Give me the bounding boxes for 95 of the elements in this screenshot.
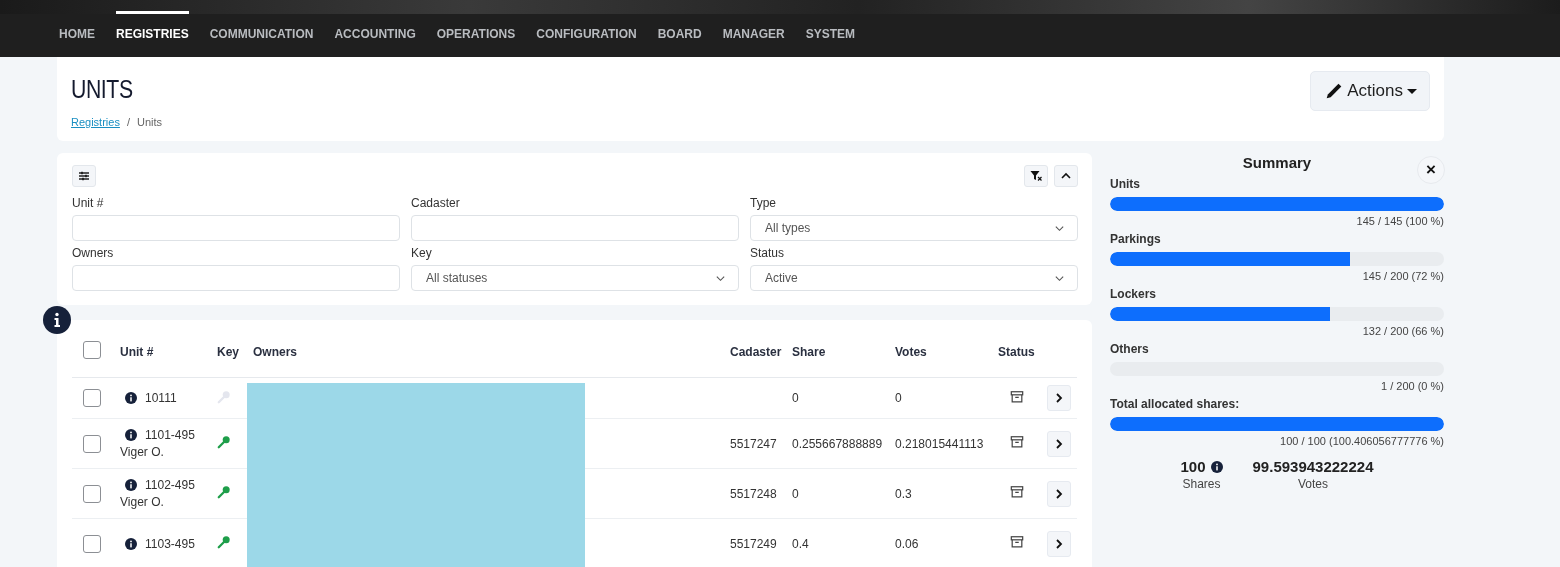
meter-reading: 100 / 100 (100.406056777776 %): [1279, 434, 1444, 449]
votes-cell: 0.3: [895, 486, 912, 501]
meter-label: Others: [1110, 341, 1150, 358]
unit-owner-name: Viger O.: [120, 445, 165, 459]
nav-tab[interactable]: ACCOUNTING: [334, 11, 416, 57]
row-checkbox[interactable]: [83, 484, 101, 503]
votes-cell: 0.218015441113: [895, 436, 984, 451]
meter-label: Total allocated shares:: [1110, 396, 1241, 413]
share-cell: 0: [792, 486, 799, 501]
info-icon: [125, 392, 137, 404]
stat-value: 100: [1180, 458, 1206, 475]
column-header[interactable]: Share: [792, 345, 895, 359]
input-field[interactable]: [72, 215, 400, 241]
unit-number: 1101-495: [145, 428, 195, 442]
meter-label: Units: [1110, 176, 1141, 193]
clear-filter-button[interactable]: [1024, 165, 1048, 187]
select-all-checkbox[interactable]: [83, 341, 101, 359]
archive-box-icon: [1010, 535, 1024, 549]
meter-reading: 145 / 200 (72 %): [1361, 269, 1444, 284]
archive-box-icon: [1010, 485, 1024, 499]
field-label: Key: [411, 245, 433, 261]
column-header[interactable]: Unit #: [120, 345, 217, 359]
nav-tab[interactable]: COMMUNICATION: [209, 11, 314, 57]
info-icon: [125, 537, 137, 550]
nav-tab[interactable]: CONFIGURATION: [536, 11, 637, 57]
actions-button[interactable]: Actions: [1310, 71, 1430, 111]
breadcrumb-link[interactable]: Registries: [71, 116, 120, 128]
votes-cell: 0: [895, 391, 902, 405]
filter-clear-icon: [1030, 170, 1042, 182]
archive-box-icon: [1010, 435, 1024, 449]
breadcrumb-current: Units: [136, 116, 163, 128]
cadaster-cell: 5517247: [730, 436, 777, 451]
stat-value: 99.593943222224: [1252, 458, 1374, 475]
page-title: UNITS: [71, 75, 134, 104]
chevron-right-icon: [1054, 438, 1064, 449]
collapse-button[interactable]: [1054, 165, 1078, 187]
share-cell: 0.4: [792, 536, 809, 551]
meter-reading: 145 / 145 (100 %): [1355, 214, 1444, 229]
field-label: Owners: [72, 245, 115, 261]
field-label: Unit #: [72, 195, 105, 211]
stat-label: Shares: [1182, 477, 1221, 491]
info-icon[interactable]: [43, 306, 71, 334]
meter-reading: 1 / 200 (0 %): [1380, 379, 1444, 394]
info-icon: [1210, 460, 1223, 473]
nav-tab[interactable]: HOME: [59, 11, 95, 57]
select-field[interactable]: Active: [750, 265, 1078, 291]
column-header[interactable]: Owners: [253, 345, 730, 359]
info-icon: [125, 429, 137, 441]
pencil-icon: [1325, 82, 1344, 100]
column-header[interactable]: Votes: [895, 345, 998, 359]
nav-tab[interactable]: SYSTEM: [805, 11, 855, 57]
cadaster-cell: 5517249: [730, 536, 777, 551]
field-label: Status: [750, 245, 786, 261]
meter-label: Parkings: [1110, 231, 1162, 248]
open-row-button[interactable]: [1047, 480, 1071, 507]
chevron-right-icon: [1054, 488, 1064, 499]
votes-cell: 0.06: [895, 536, 919, 551]
share-cell: 0.255667888889: [792, 436, 883, 451]
row-checkbox[interactable]: [83, 434, 101, 453]
caret-icon: [1407, 86, 1417, 96]
info-icon: [125, 479, 137, 491]
open-row-button[interactable]: [1047, 385, 1071, 411]
cadaster-cell: 5517248: [730, 486, 777, 501]
nav-tab[interactable]: OPERATIONS: [436, 11, 516, 57]
filter-settings-button[interactable]: [72, 165, 96, 187]
input-field[interactable]: [411, 215, 739, 241]
nav-tab[interactable]: BOARD: [657, 11, 702, 57]
unit-number: 10111: [145, 391, 177, 405]
meter-reading: 132 / 200 (66 %): [1361, 324, 1444, 339]
select-field[interactable]: All types: [750, 215, 1078, 241]
field-label: Type: [750, 195, 777, 211]
row-checkbox[interactable]: [83, 389, 101, 407]
unit-number: 1102-495: [145, 478, 195, 492]
column-header[interactable]: Key: [217, 345, 253, 359]
open-row-button[interactable]: [1047, 530, 1071, 557]
sliders-icon: [78, 170, 90, 182]
summary-title: Summary: [1242, 154, 1312, 171]
unit-number: 1103-495: [145, 536, 195, 551]
field-label: Cadaster: [411, 195, 461, 211]
chevron-right-icon: [1054, 538, 1064, 549]
select-field[interactable]: All statuses: [411, 265, 739, 291]
share-cell: 0: [792, 391, 799, 405]
archive-box-icon: [1010, 389, 1024, 404]
input-field[interactable]: [72, 265, 400, 291]
meter-label: Lockers: [1110, 286, 1158, 303]
column-header[interactable]: Status: [998, 345, 1047, 359]
nav-tab[interactable]: MANAGER: [722, 11, 785, 57]
close-button[interactable]: ×: [1417, 156, 1445, 184]
unit-owner-name: Viger O.: [120, 495, 165, 509]
row-checkbox[interactable]: [83, 534, 101, 553]
open-row-button[interactable]: [1047, 430, 1071, 457]
chevron-right-icon: [1054, 393, 1064, 403]
stat-label: Votes: [1298, 477, 1329, 491]
column-header[interactable]: Cadaster: [730, 345, 792, 359]
breadcrumb-separator: /: [126, 116, 130, 128]
